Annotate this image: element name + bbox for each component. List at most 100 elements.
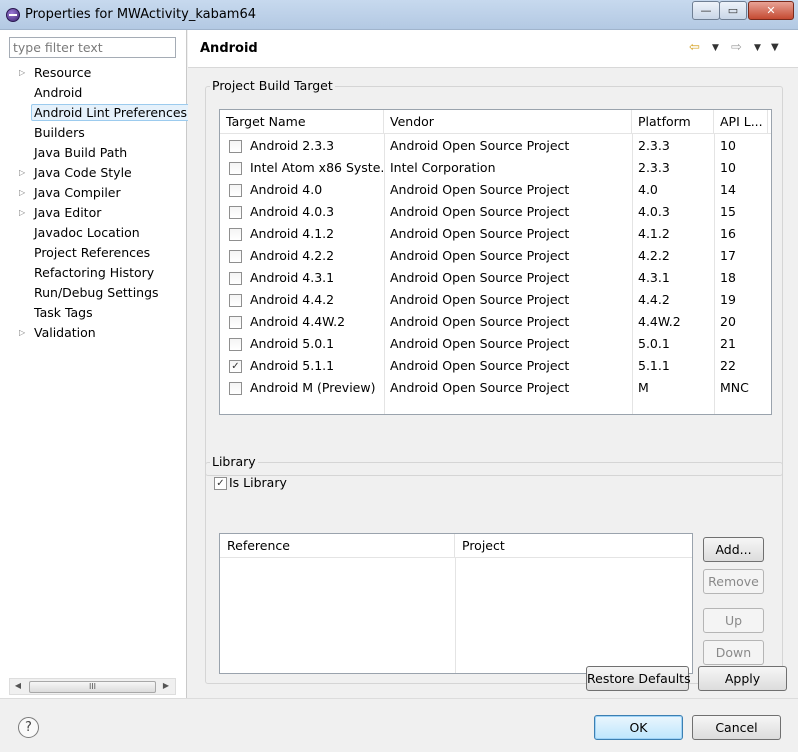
table-row[interactable]: Android 4.1.2 Android Open Source Project… [220, 223, 771, 245]
back-menu-chevron-icon[interactable]: ▼ [712, 43, 719, 53]
api-level-cell: 10 [720, 138, 736, 153]
table-row[interactable]: Android M (Preview) Android Open Source P… [220, 377, 771, 399]
filter-input[interactable] [9, 37, 176, 58]
target-checkbox[interactable] [229, 338, 242, 351]
vendor-cell: Android Open Source Project [390, 138, 570, 153]
ok-button[interactable]: OK [594, 715, 683, 740]
sidebar-item[interactable]: Task Tags [0, 303, 187, 323]
forward-menu-chevron-icon[interactable]: ▼ [754, 43, 761, 53]
build-target-table: Target Name Vendor Platform API L... And… [219, 109, 772, 415]
expand-arrow-icon[interactable]: ▷ [19, 203, 29, 223]
platform-cell: 4.0.3 [638, 204, 670, 219]
table-row[interactable]: Android 4.0.3 Android Open Source Project… [220, 201, 771, 223]
vendor-cell: Android Open Source Project [390, 314, 570, 329]
sidebar-item-label: Builders [34, 125, 85, 140]
move-up-button[interactable]: Up [703, 608, 764, 633]
expand-arrow-icon[interactable]: ▷ [19, 163, 29, 183]
table-row[interactable]: Android 4.3.1 Android Open Source Project… [220, 267, 771, 289]
apply-button[interactable]: Apply [698, 666, 787, 691]
target-name-cell: Android 5.0.1 [250, 336, 335, 351]
minimize-button[interactable]: — [692, 1, 720, 20]
target-name-cell: Android 4.4W.2 [250, 314, 346, 329]
table-row[interactable]: Android 4.4.2 Android Open Source Project… [220, 289, 771, 311]
target-checkbox[interactable] [229, 228, 242, 241]
table-row[interactable]: Android 4.2.2 Android Open Source Project… [220, 245, 771, 267]
sidebar-item[interactable]: Project References [0, 243, 187, 263]
add-library-button[interactable]: Add... [703, 537, 764, 562]
sidebar-item[interactable]: Android [0, 83, 187, 103]
target-checkbox[interactable] [229, 294, 242, 307]
is-library-checkbox[interactable]: ✓ [214, 477, 227, 490]
column-vendor[interactable]: Vendor [384, 110, 632, 134]
property-page: Android ⇦ ▼ ⇨ ▼ ▼ Project Build Target T… [188, 30, 798, 698]
remove-library-button[interactable]: Remove [703, 569, 764, 594]
sidebar-item[interactable]: Android Lint Preferences [0, 103, 191, 123]
table-row[interactable]: Intel Atom x86 Syste... Intel Corporation… [220, 157, 771, 179]
sidebar-item[interactable]: ▷ Java Code Style [0, 163, 187, 183]
sidebar-item[interactable]: Builders [0, 123, 187, 143]
target-checkbox[interactable]: ✓ [229, 360, 242, 373]
maximize-button[interactable]: ▭ [719, 1, 747, 20]
scroll-thumb[interactable]: III [29, 681, 156, 693]
scroll-left-icon[interactable]: ◀ [12, 681, 24, 690]
api-level-cell: MNC [720, 380, 749, 395]
restore-defaults-button[interactable]: Restore Defaults [586, 666, 691, 691]
table-row[interactable]: Android 4.4W.2 Android Open Source Projec… [220, 311, 771, 333]
column-reference[interactable]: Reference [220, 534, 455, 558]
column-target-name[interactable]: Target Name [220, 110, 384, 134]
sidebar-item[interactable]: Java Build Path [0, 143, 187, 163]
column-api-level[interactable]: API L... [714, 110, 768, 134]
target-checkbox[interactable] [229, 316, 242, 329]
help-icon[interactable]: ? [18, 717, 39, 738]
platform-cell: 4.2.2 [638, 248, 670, 263]
target-name-cell: Android 4.0.3 [250, 204, 335, 219]
sidebar-item-label: Validation [34, 325, 96, 340]
vendor-cell: Android Open Source Project [390, 292, 570, 307]
target-checkbox[interactable] [229, 162, 242, 175]
forward-arrow-icon[interactable]: ⇨ [731, 40, 742, 55]
vendor-cell: Android Open Source Project [390, 226, 570, 241]
target-checkbox[interactable] [229, 140, 242, 153]
sidebar-item[interactable]: ▷ Java Compiler [0, 183, 187, 203]
back-arrow-icon[interactable]: ⇦ [689, 40, 700, 55]
sidebar-item[interactable]: ▷ Java Editor [0, 203, 187, 223]
target-checkbox[interactable] [229, 250, 242, 263]
sidebar-item-label: Resource [34, 65, 92, 80]
title-bar: Properties for MWActivity_kabam64 — ▭ ✕ [0, 0, 798, 30]
expand-arrow-icon[interactable]: ▷ [19, 323, 29, 343]
target-name-cell: Android 4.1.2 [250, 226, 335, 241]
close-button[interactable]: ✕ [748, 1, 794, 20]
target-checkbox[interactable] [229, 382, 242, 395]
preferences-tree: ▷ Resource Android Android Lint Preferences… [0, 63, 191, 343]
build-target-label: Project Build Target [210, 78, 335, 93]
sidebar-item[interactable]: Javadoc Location [0, 223, 187, 243]
view-menu-icon[interactable]: ▼ [771, 42, 779, 53]
target-checkbox[interactable] [229, 272, 242, 285]
table-row[interactable]: Android 5.0.1 Android Open Source Project… [220, 333, 771, 355]
sidebar-item[interactable]: Refactoring History [0, 263, 187, 283]
vendor-cell: Android Open Source Project [390, 270, 570, 285]
sidebar-item-label: Java Code Style [34, 165, 132, 180]
table-row[interactable]: Android 4.0 Android Open Source Project 4.… [220, 179, 771, 201]
table-row[interactable]: ✓ Android 5.1.1 Android Open Source Projec… [220, 355, 771, 377]
table-row[interactable]: Android 2.3.3 Android Open Source Project… [220, 135, 771, 157]
sidebar-item-label: Javadoc Location [34, 225, 140, 240]
sidebar-item[interactable]: Run/Debug Settings [0, 283, 187, 303]
cancel-button[interactable]: Cancel [692, 715, 781, 740]
sidebar-item[interactable]: ▷ Resource [0, 63, 187, 83]
sidebar-item[interactable]: ▷ Validation [0, 323, 187, 343]
vendor-cell: Intel Corporation [390, 160, 496, 175]
column-project[interactable]: Project [455, 534, 692, 558]
column-platform[interactable]: Platform [632, 110, 714, 134]
horizontal-scrollbar[interactable]: ◀ III ▶ [9, 678, 176, 695]
platform-cell: 2.3.3 [638, 160, 670, 175]
move-down-button[interactable]: Down [703, 640, 764, 665]
target-checkbox[interactable] [229, 184, 242, 197]
sidebar-item-label: Refactoring History [34, 265, 155, 280]
platform-cell: 4.0 [638, 182, 658, 197]
scroll-right-icon[interactable]: ▶ [160, 681, 172, 690]
target-name-cell: Android 4.0 [250, 182, 323, 197]
expand-arrow-icon[interactable]: ▷ [19, 63, 29, 83]
target-checkbox[interactable] [229, 206, 242, 219]
expand-arrow-icon[interactable]: ▷ [19, 183, 29, 203]
